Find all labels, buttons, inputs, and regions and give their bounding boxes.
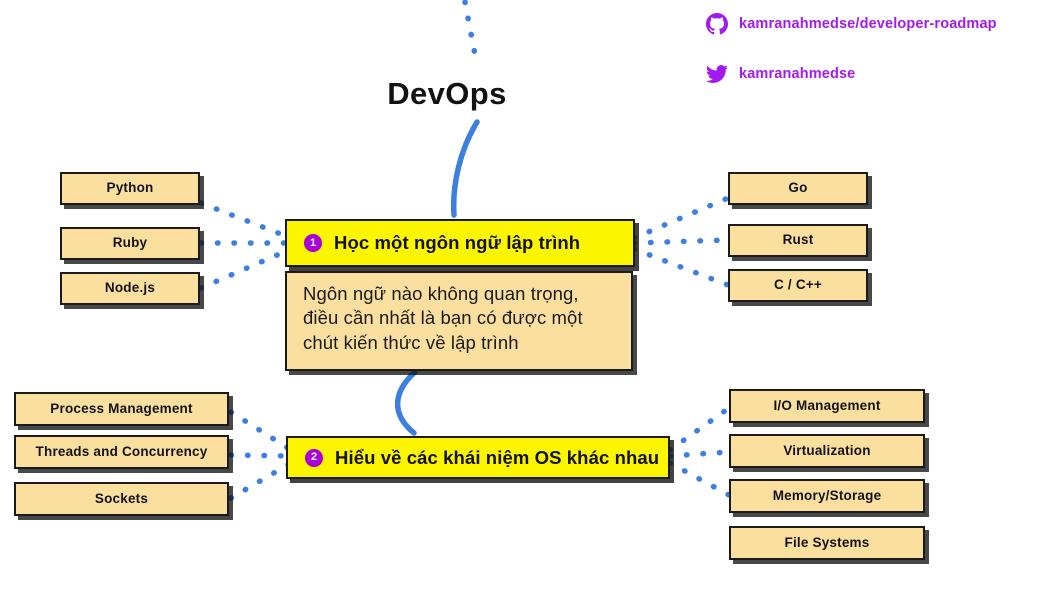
twitter-link[interactable]: kamranahmedse	[706, 63, 855, 85]
node-rust[interactable]: Rust	[728, 224, 868, 257]
node-memory-storage[interactable]: Memory/Storage	[729, 479, 925, 513]
step-badge-2: 2	[305, 448, 323, 467]
headline-section-2[interactable]: 2 Hiểu về các khái niệm OS khác nhau	[286, 436, 670, 479]
wire-title-to-section1	[450, 119, 480, 218]
node-label: File Systems	[784, 534, 870, 550]
github-link[interactable]: kamranahmedse/developer-roadmap	[706, 13, 997, 35]
node-virtualization[interactable]: Virtualization	[729, 434, 925, 468]
node-process-management[interactable]: Process Management	[14, 392, 229, 426]
node-file-systems[interactable]: File Systems	[729, 526, 925, 560]
wire-python	[198, 200, 294, 241]
wire-sockets	[228, 460, 294, 501]
twitter-icon	[706, 65, 728, 83]
node-label: Go	[788, 180, 808, 196]
wire-top-incoming	[462, 0, 479, 63]
wire-section1-to-section2	[394, 369, 418, 436]
description-text: Ngôn ngữ nào không quan trọng, điều cần …	[303, 283, 583, 353]
wire-cpp	[631, 246, 731, 288]
node-label: Threads and Concurrency	[35, 443, 208, 459]
node-label: Memory/Storage	[772, 487, 882, 503]
node-label: Node.js	[104, 280, 156, 296]
wire-virtualization	[667, 449, 732, 459]
node-python[interactable]: Python	[60, 172, 200, 205]
node-threads-and-concurrency[interactable]: Threads and Concurrency	[14, 435, 229, 469]
description-section-1: Ngôn ngữ nào không quan trọng, điều cần …	[285, 271, 633, 371]
node-label: Ruby	[112, 235, 148, 251]
node-label: Process Management	[50, 400, 193, 416]
twitter-handle: kamranahmedse	[739, 66, 856, 82]
wire-nodejs	[198, 246, 294, 291]
node-label: C / C++	[774, 277, 822, 293]
node-ruby[interactable]: Ruby	[60, 227, 200, 260]
wire-io-management	[667, 405, 732, 453]
node-label: I/O Management	[773, 397, 881, 413]
node-label: Rust	[782, 232, 814, 248]
github-icon	[706, 13, 728, 35]
node-go[interactable]: Go	[728, 172, 868, 205]
wire-rust	[631, 237, 731, 246]
headline-section-1[interactable]: 1 Học một ngôn ngữ lập trình	[285, 219, 635, 267]
node-label: Python	[106, 180, 154, 196]
wire-process-management	[228, 409, 294, 453]
github-handle: kamranahmedse/developer-roadmap	[739, 16, 997, 32]
node-sockets[interactable]: Sockets	[14, 482, 229, 516]
roadmap-canvas: kamranahmedse/developer-roadmap kamranah…	[0, 0, 1048, 596]
node-label: Sockets	[94, 490, 149, 506]
headline-text: Hiểu về các khái niệm OS khác nhau	[335, 446, 660, 468]
node-io-management[interactable]: I/O Management	[729, 389, 925, 423]
page-title: DevOps	[387, 76, 507, 111]
wire-memory-storage	[667, 460, 732, 498]
node-label: Virtualization	[783, 442, 871, 458]
wire-threads-concurrency	[228, 452, 294, 459]
step-badge-1: 1	[304, 234, 322, 252]
wire-go	[631, 195, 731, 241]
headline-text: Học một ngôn ngữ lập trình	[334, 232, 581, 253]
node-nodejs[interactable]: Node.js	[60, 272, 200, 305]
node-c-cpp[interactable]: C / C++	[728, 269, 868, 302]
